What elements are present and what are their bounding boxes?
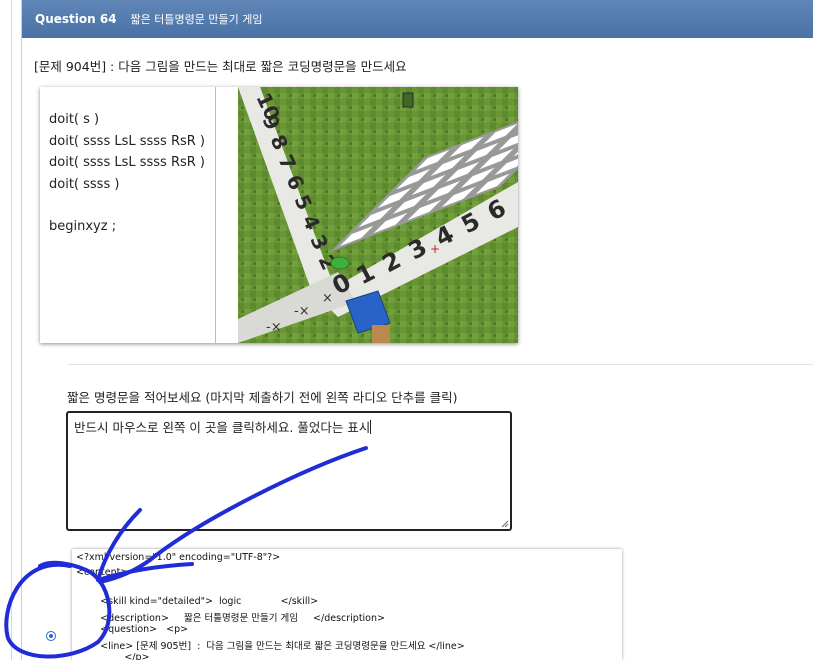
problem-card: doit( s ) doit( ssss LsL ssss RsR ) doit… [40, 87, 518, 343]
xml-line: <skill kind="detailed"> logic </skill> [76, 596, 319, 607]
resize-handle-icon[interactable] [501, 520, 509, 528]
rail-line [11, 0, 12, 660]
code-line: beginxyz ; [49, 219, 117, 234]
turtle-sprite [330, 256, 350, 270]
svg-text:×: × [322, 291, 333, 306]
answer-instruction: 짧은 명령문을 적어보세요 (마지막 제출하기 전에 왼쪽 라디오 단추를 클릭… [67, 390, 458, 405]
answer-textarea[interactable]: 반드시 마우스로 왼쪽 이 곳을 클릭하세요. 풀었다는 표시 [66, 411, 512, 531]
question-header: Question 64 짧은 터틀명령문 만들기 게임 [22, 0, 813, 38]
answer-text: 반드시 마우스로 왼쪽 이 곳을 클릭하세요. 풀었다는 표시 [74, 420, 371, 435]
xml-line: <line> [문제 905번] : 다음 그림을 만드는 최대로 짧은 코딩명… [76, 641, 465, 652]
xml-line: </p> [76, 652, 150, 660]
crafting-table [372, 325, 390, 343]
xml-line: <description> 짧은 터틀명령문 만들기 게임 </descript… [76, 613, 385, 624]
code-line: doit( s ) [49, 112, 100, 127]
question-title: 짧은 터틀명령문 만들기 게임 [130, 13, 263, 26]
turtle-game-image: 10 9 8 7 6 5 4 3 2 0 1 2 3 4 5 6 + ×-×-× [238, 87, 518, 343]
code-line: doit( ssss LsL ssss RsR ) [49, 155, 205, 170]
xml-line: <?xml version="1.0" encoding="UTF-8"?> [76, 552, 281, 563]
svg-text:-×: -× [266, 320, 282, 335]
left-rail [0, 0, 22, 660]
code-line: doit( ssss LsL ssss RsR ) [49, 133, 205, 149]
xml-preview-panel: <?xml version="1.0" encoding="UTF-8"?> <… [72, 549, 622, 660]
code-listing: doit( s ) doit( ssss LsL ssss RsR ) doit… [40, 87, 216, 343]
character-sprite [402, 92, 414, 108]
text-caret [370, 420, 372, 434]
section-divider [68, 364, 813, 365]
xml-line: <question> <p> [76, 624, 189, 635]
problem-prompt: [문제 904번] : 다음 그림을 만드는 최대로 짧은 코딩명령문을 만드세… [34, 59, 407, 74]
code-line: doit( ssss ) [49, 176, 120, 192]
question-number: Question 64 [35, 12, 117, 26]
solved-radio-button[interactable] [46, 631, 56, 641]
target-marker: + [430, 242, 440, 256]
xml-line: <content> [76, 567, 129, 578]
svg-text:-×: -× [294, 304, 310, 319]
